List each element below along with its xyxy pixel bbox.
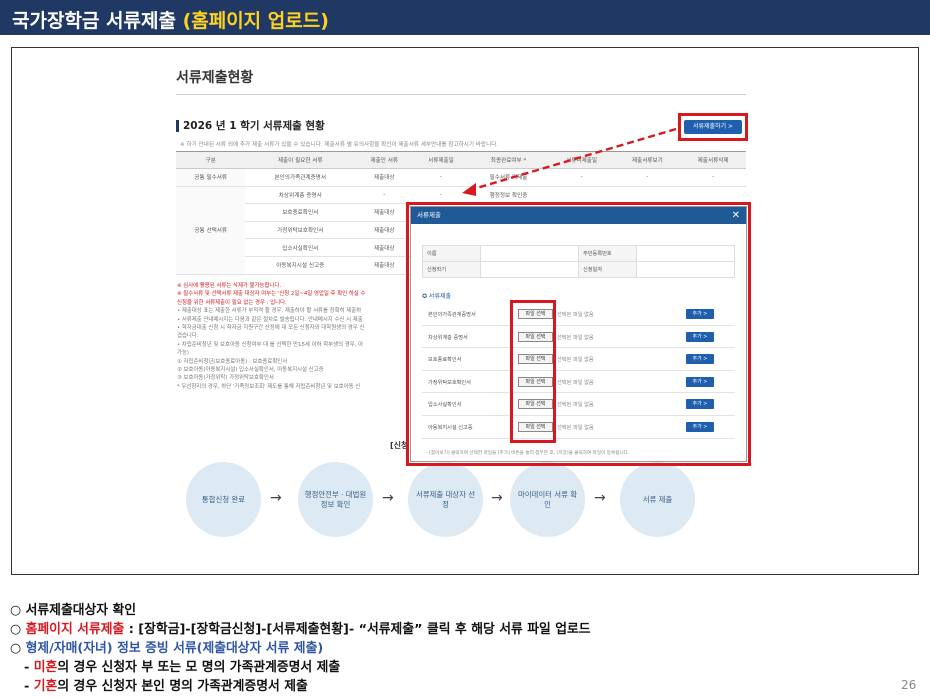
slide: 국가장학금 서류제출 (홈페이지 업로드) 서류제출현황 2026 년 1 학기… [0,0,930,698]
bullet-line: ○ 서류제출대상자 확인 [10,603,137,618]
bullet-line: ○ 형제/자매(자녀) 정보 증빙 서류(제출대상자 서류 제출) [10,641,324,656]
bullet-line: - 기혼의 경우 신청자 본인 명의 가족관계증명서 제출 [24,679,308,694]
highlight-box-file-select [510,300,556,443]
page-number: 26 [901,678,917,692]
bullet-line: ○ 홈페이지 서류제출 : [장학금]-[장학금신청]-[서류제출현황]- “서… [10,622,591,637]
highlight-box-modal [406,202,751,466]
bullet-line: - 미혼의 경우 신청자 부 또는 모 명의 가족관계증명서 제출 [24,660,341,675]
explanation-bullets: ○ 서류제출대상자 확인 ○ 홈페이지 서류제출 : [장학금]-[장학금신청]… [10,601,591,696]
